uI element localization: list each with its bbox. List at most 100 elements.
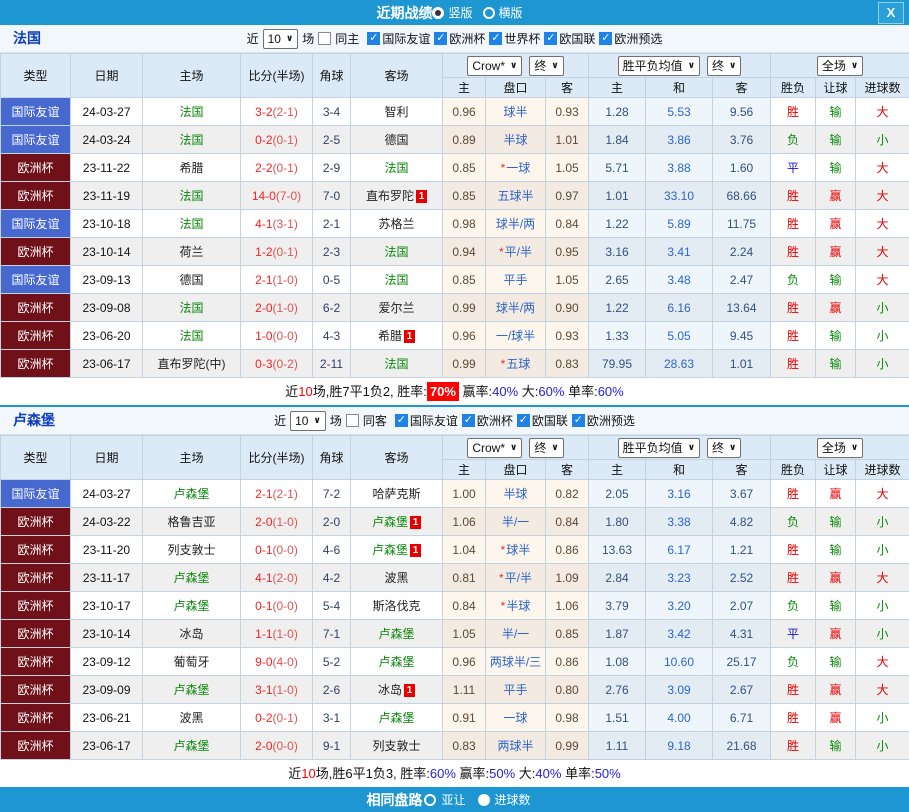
radio-horizontal-layout[interactable] xyxy=(483,7,495,19)
avg-home-cell: 2.05 xyxy=(589,480,646,508)
score-cell: 0-3(0-2) xyxy=(241,350,313,378)
corner-cell: 3-1 xyxy=(313,704,351,732)
league-filter-label[interactable]: 欧国联 xyxy=(559,30,595,47)
match-count-select[interactable]: 10∨ xyxy=(290,411,326,431)
handicap-cell: 半/一 xyxy=(486,508,546,536)
col-header-score: 比分(半场) xyxy=(241,54,313,98)
radio-vertical-layout[interactable] xyxy=(432,7,444,19)
checkbox-checked-icon[interactable]: ✓ xyxy=(395,414,408,427)
final-avg-select[interactable]: 终∨ xyxy=(707,438,741,458)
page-title: 近期战绩 xyxy=(376,3,432,23)
checkbox-checked-icon[interactable]: ✓ xyxy=(489,32,502,45)
league-filter-item[interactable]: ✓欧洲杯 xyxy=(434,30,485,47)
same-away-label[interactable]: 同客 xyxy=(363,412,387,429)
team-label: 格鲁吉亚 xyxy=(167,515,215,529)
away-team-cell: 法国 xyxy=(351,266,443,294)
league-filter-item[interactable]: ✓欧国联 xyxy=(544,30,595,47)
league-filter-item[interactable]: ✓国际友谊 xyxy=(367,30,430,47)
result-goals-cell: 小 xyxy=(856,536,909,564)
red-card-badge: 1 xyxy=(404,330,415,343)
close-button[interactable]: X xyxy=(878,2,904,24)
league-filter-label[interactable]: 国际友谊 xyxy=(382,30,430,47)
home-team-cell: 格鲁吉亚 xyxy=(143,508,241,536)
checkbox-checked-icon[interactable]: ✓ xyxy=(367,32,380,45)
date-cell: 23-10-14 xyxy=(71,238,143,266)
handicap-cell: *一球 xyxy=(486,154,546,182)
avg-home-cell: 1.01 xyxy=(589,182,646,210)
league-filter-label[interactable]: 国际友谊 xyxy=(410,412,458,429)
home-team-cell: 法国 xyxy=(143,98,241,126)
avg-home-cell: 1.08 xyxy=(589,648,646,676)
checkbox-checked-icon[interactable]: ✓ xyxy=(434,32,447,45)
result-goals-cell: 小 xyxy=(856,592,909,620)
summary-segment: 50% xyxy=(595,766,621,781)
league-filter-item[interactable]: ✓欧国联 xyxy=(517,412,568,429)
asian-handicap-label[interactable]: 亚让 xyxy=(441,791,465,808)
col-header-home: 主场 xyxy=(143,436,241,480)
fulltime-select[interactable]: 全场∨ xyxy=(817,56,863,76)
league-filter-item[interactable]: ✓欧洲预选 xyxy=(599,30,662,47)
same-home-label[interactable]: 同主 xyxy=(335,30,359,47)
final-avg-select[interactable]: 终∨ xyxy=(707,56,741,76)
result-winlose-cell: 胜 xyxy=(771,564,816,592)
table-row: 国际友谊24-03-24法国0-2(0-1)2-5德国0.89半球1.011.8… xyxy=(1,126,909,154)
league-filter-label[interactable]: 欧洲杯 xyxy=(449,30,485,47)
crow-home-odds-cell: 0.85 xyxy=(443,182,486,210)
final-odds-select[interactable]: 终∨ xyxy=(529,438,563,458)
radio-asian-handicap[interactable] xyxy=(424,794,436,806)
avg-home-cell: 13.63 xyxy=(589,536,646,564)
horizontal-layout-label[interactable]: 横版 xyxy=(499,4,523,21)
league-filter-item[interactable]: ✓国际友谊 xyxy=(395,412,458,429)
league-filter-label[interactable]: 欧洲预选 xyxy=(587,412,635,429)
league-filter-item[interactable]: ✓欧洲预选 xyxy=(572,412,635,429)
checkbox-checked-icon[interactable]: ✓ xyxy=(517,414,530,427)
radio-goals[interactable] xyxy=(478,794,490,806)
league-filter-item[interactable]: ✓世界杯 xyxy=(489,30,540,47)
fulltime-select[interactable]: 全场∨ xyxy=(817,438,863,458)
score-cell: 9-0(4-0) xyxy=(241,648,313,676)
away-team-cell: 德国 xyxy=(351,126,443,154)
avg-draw-cell: 9.18 xyxy=(646,732,713,760)
summary-segment: 场,胜7平1负2, 胜率: xyxy=(313,384,427,399)
goals-label[interactable]: 进球数 xyxy=(495,791,531,808)
vertical-layout-label[interactable]: 竖版 xyxy=(448,4,472,21)
league-type-cell: 国际友谊 xyxy=(1,126,71,154)
match-count-select[interactable]: 10∨ xyxy=(263,29,299,49)
red-card-badge: 1 xyxy=(410,544,421,557)
team-label: 直布罗陀 xyxy=(366,189,414,203)
crow-select[interactable]: Crow*∨ xyxy=(467,56,522,76)
checkbox-checked-icon[interactable]: ✓ xyxy=(599,32,612,45)
league-type-cell: 欧洲杯 xyxy=(1,350,71,378)
checkbox-checked-icon[interactable]: ✓ xyxy=(544,32,557,45)
handicap-cell: 半球 xyxy=(486,126,546,154)
summary-segment: 赢率: xyxy=(459,384,492,399)
league-filter-label[interactable]: 欧国联 xyxy=(532,412,568,429)
crow-select[interactable]: Crow*∨ xyxy=(467,438,522,458)
chevron-down-icon: ∨ xyxy=(688,60,695,71)
avg-select[interactable]: 胜平负均值∨ xyxy=(618,56,700,76)
team-label: 哈萨克斯 xyxy=(372,487,420,501)
table-row: 欧洲杯23-11-22希腊2-2(0-1)2-9法国0.85*一球1.055.7… xyxy=(1,154,909,182)
league-filter-label[interactable]: 世界杯 xyxy=(504,30,540,47)
same-away-checkbox[interactable] xyxy=(346,414,359,427)
result-give-cell: 赢 xyxy=(816,210,856,238)
asterisk-mark: * xyxy=(499,571,504,585)
home-team-cell: 法国 xyxy=(143,126,241,154)
league-filter-item[interactable]: ✓欧洲杯 xyxy=(462,412,513,429)
score-cell: 2-0(1-0) xyxy=(241,508,313,536)
league-filter-label[interactable]: 欧洲预选 xyxy=(614,30,662,47)
crow-away-odds-cell: 0.93 xyxy=(546,322,589,350)
col-header-score: 比分(半场) xyxy=(241,436,313,480)
col-header-winlose: 胜负 xyxy=(771,460,816,480)
same-home-checkbox[interactable] xyxy=(318,32,331,45)
checkbox-checked-icon[interactable]: ✓ xyxy=(572,414,585,427)
away-team-cell: 爱尔兰 xyxy=(351,294,443,322)
checkbox-checked-icon[interactable]: ✓ xyxy=(462,414,475,427)
league-filter-label[interactable]: 欧洲杯 xyxy=(477,412,513,429)
chevron-down-icon: ∨ xyxy=(551,60,558,71)
final-odds-select[interactable]: 终∨ xyxy=(529,56,563,76)
asterisk-mark: * xyxy=(501,161,506,175)
chevron-down-icon: ∨ xyxy=(688,442,695,453)
avg-select[interactable]: 胜平负均值∨ xyxy=(618,438,700,458)
avg-draw-cell: 28.63 xyxy=(646,350,713,378)
